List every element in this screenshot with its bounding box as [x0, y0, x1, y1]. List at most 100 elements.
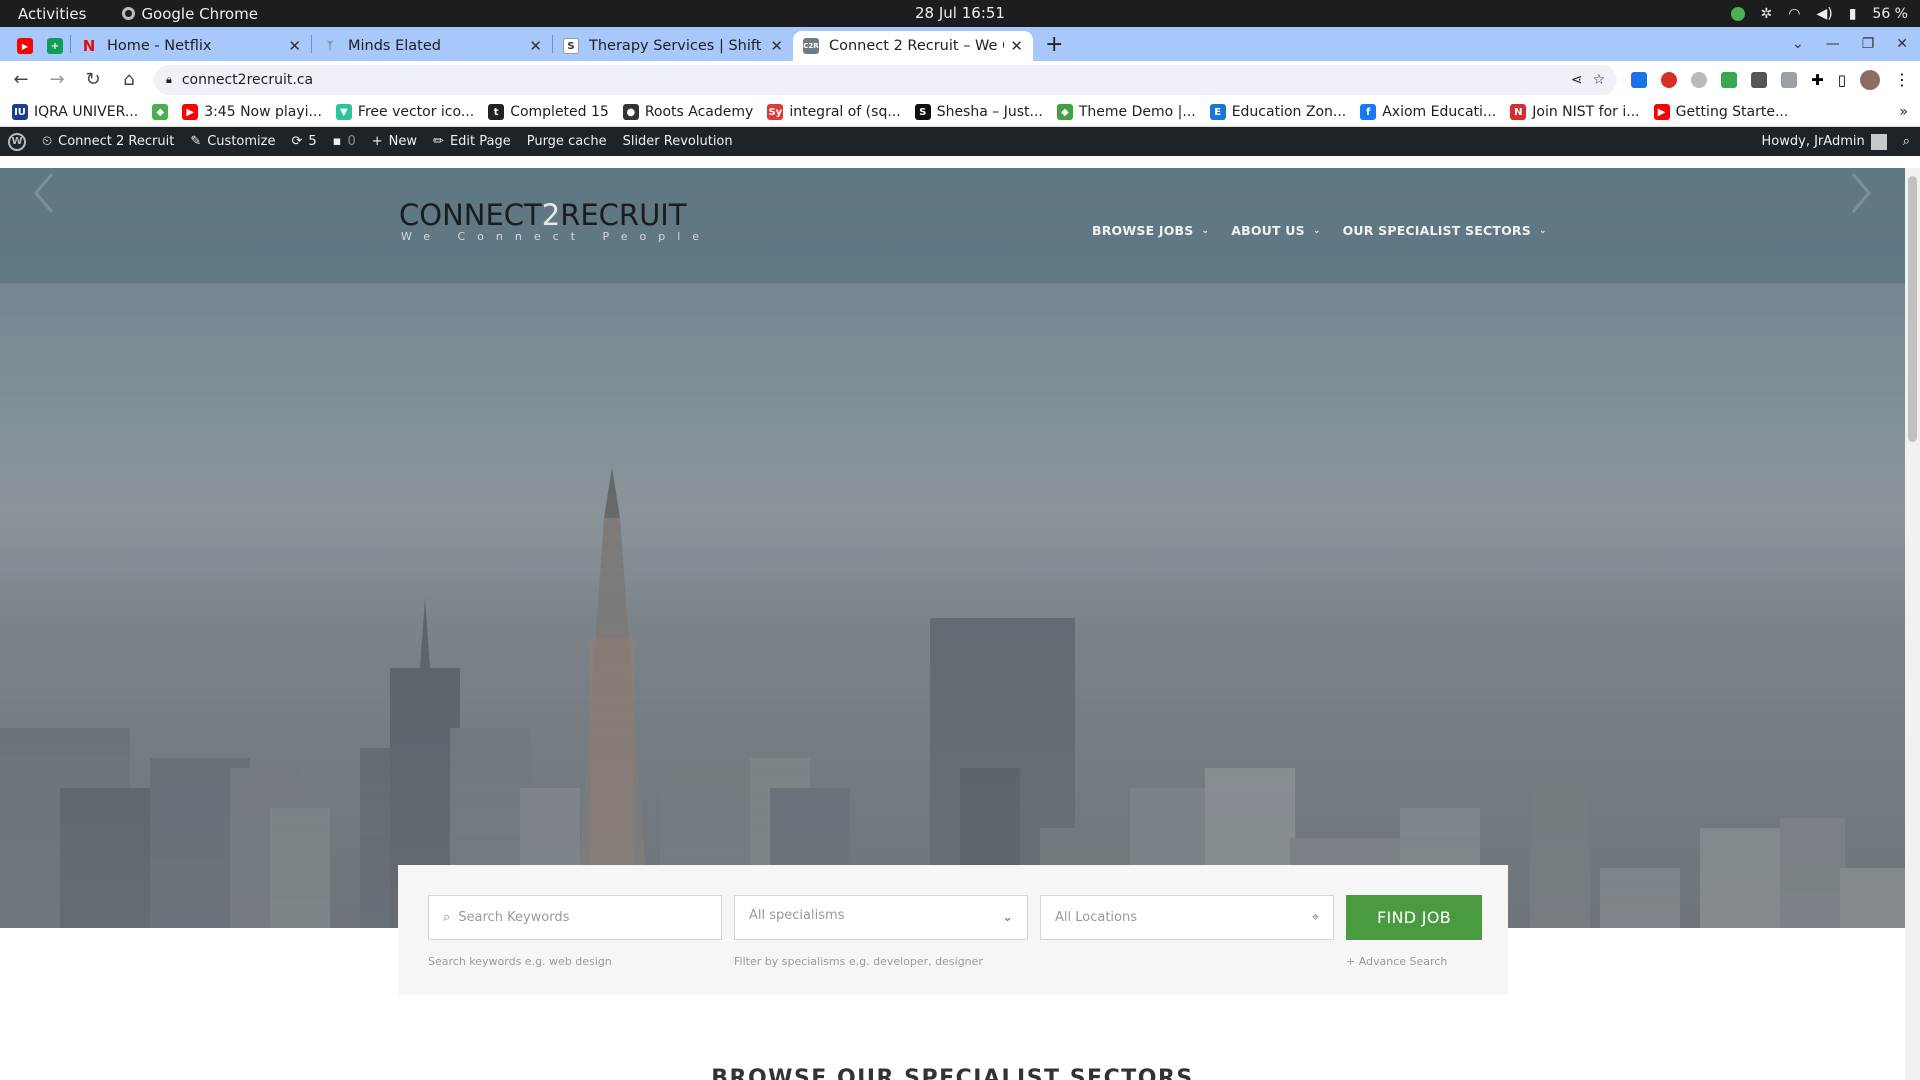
slack-icon: ✲ [1760, 5, 1773, 22]
connect2recruit-icon: C2R [803, 38, 819, 54]
back-button[interactable]: ← [10, 69, 32, 90]
find-job-button[interactable]: FIND JOB [1346, 895, 1482, 940]
home-button[interactable]: ⌂ [118, 69, 140, 90]
close-tab-icon[interactable]: ✕ [529, 37, 542, 55]
bookmark-item[interactable]: ◆ Theme Demo |... [1056, 104, 1196, 120]
side-panel-icon[interactable]: ▯ [1838, 71, 1846, 89]
bookmark-item[interactable]: ● Roots Academy [622, 104, 753, 120]
wp-edit-page[interactable]: ✏ Edit Page [433, 134, 511, 149]
more-bookmarks-icon[interactable]: » [1899, 104, 1908, 120]
clock[interactable]: 28 Jul 16:51 [0, 0, 1920, 27]
forward-button[interactable]: → [46, 69, 68, 90]
chevron-down-icon: ⌄ [1538, 225, 1547, 236]
restore-icon[interactable]: ❐ [1862, 36, 1875, 52]
close-tab-icon[interactable]: ✕ [770, 37, 783, 55]
tab-title: Connect 2 Recruit – We Co [829, 38, 1005, 54]
tab-minds-elated[interactable]: ᛉ Minds Elated ✕ [312, 31, 552, 61]
wp-new[interactable]: + New [372, 134, 417, 149]
advance-search-link[interactable]: + Advance Search [1346, 955, 1447, 968]
bookmark-item[interactable]: ▶ Getting Starte... [1653, 104, 1788, 120]
share-icon[interactable]: ⋖ [1571, 72, 1583, 88]
browser-toolbar: ← → ↻ ⌂ 🔒︎ connect2recruit.ca ⋖ ☆ ✚ ▯ ⋮ [0, 61, 1920, 98]
bookmark-favicon-icon: ◆ [1056, 104, 1073, 120]
howdy-label: Howdy, JrAdmin [1761, 134, 1865, 149]
keywords-input[interactable]: ⌕ Search Keywords [428, 895, 722, 940]
close-window-icon[interactable]: ✕ [1896, 36, 1908, 52]
bookmark-item[interactable]: f Axiom Educati... [1360, 104, 1496, 120]
extension-icon[interactable] [1721, 71, 1738, 88]
extension-icon[interactable] [1691, 71, 1708, 88]
nav-label: BROWSE JOBS [1092, 223, 1194, 238]
address-bar[interactable]: 🔒︎ connect2recruit.ca ⋖ ☆ [154, 64, 1618, 95]
wp-account-menu[interactable]: Howdy, JrAdmin [1761, 133, 1887, 150]
extension-icon[interactable] [1751, 71, 1768, 88]
activities-button[interactable]: Activities [18, 5, 86, 23]
site-logo[interactable]: CONNECT2RECRUIT We Connect People [399, 198, 711, 243]
app-menu[interactable]: Google Chrome [122, 5, 258, 23]
tab-title: Minds Elated [348, 38, 441, 54]
bookmark-item[interactable]: ▶ 3:45 Now playi... [182, 104, 322, 120]
lock-icon[interactable]: 🔒︎ [166, 73, 172, 87]
bookmark-item[interactable]: ▼ Free vector ico... [335, 104, 474, 120]
bookmark-favicon-icon: IU [12, 104, 28, 120]
sheets-icon: + [47, 38, 63, 54]
tab-connect2recruit[interactable]: C2R Connect 2 Recruit – We Co ✕ [793, 31, 1033, 61]
page-scrollbar[interactable] [1905, 168, 1920, 1080]
bookmark-item[interactable]: IU IQRA UNIVER... [12, 104, 138, 120]
pinned-tab-sheets[interactable]: + [40, 31, 70, 61]
job-search-panel: ⌕ Search Keywords Search keywords e.g. w… [398, 865, 1508, 995]
tab-therapy-services[interactable]: S Therapy Services | Shift C ✕ [553, 31, 793, 61]
bookmark-item[interactable]: S Shesha – Just... [914, 104, 1043, 120]
wp-updates[interactable]: ⟳ 5 [291, 134, 316, 149]
extension-icon[interactable] [1631, 71, 1648, 88]
tab-title: Therapy Services | Shift C [589, 38, 765, 54]
pencil-icon: ✏ [433, 134, 444, 149]
bookmark-item[interactable]: N Join NIST for i... [1510, 104, 1640, 120]
tab-title: Home - Netflix [107, 38, 212, 54]
wifi-icon: ◠ [1788, 5, 1801, 22]
tab-search-icon[interactable]: ⌄ [1792, 36, 1804, 52]
nav-specialist-sectors[interactable]: OUR SPECIALIST SECTORS ⌄ [1343, 223, 1547, 238]
close-tab-icon[interactable]: ✕ [1010, 37, 1023, 55]
search-icon: ⌕ [443, 910, 451, 925]
bookmark-favicon-icon: f [1360, 104, 1377, 120]
reload-button[interactable]: ↻ [82, 69, 104, 90]
scrollbar-thumb[interactable] [1908, 176, 1917, 442]
location-input[interactable]: All Locations ⌖ [1040, 895, 1334, 940]
minimize-icon[interactable]: — [1826, 36, 1840, 52]
bookmark-favicon-icon: ◆ [152, 104, 169, 120]
bookmark-favicon-icon: N [1510, 104, 1527, 120]
system-top-bar: Activities Google Chrome 28 Jul 16:51 ✲ … [0, 0, 1920, 27]
new-tab-button[interactable]: + [1045, 32, 1063, 57]
wp-comments[interactable]: ▪ 0 [333, 134, 356, 149]
shift-icon: S [563, 38, 579, 54]
pinned-tab-youtube[interactable]: ▶ [10, 31, 40, 61]
chrome-menu-icon[interactable]: ⋮ [1894, 70, 1910, 89]
nav-about-us[interactable]: ABOUT US ⌄ [1231, 223, 1320, 238]
wp-purge-cache[interactable]: Purge cache [527, 134, 607, 149]
dashboard-icon: ⏲ [42, 134, 53, 149]
volume-icon: ◀) [1816, 5, 1833, 22]
wordpress-logo-icon[interactable]: W [8, 132, 26, 151]
search-icon[interactable]: ⌕ [1903, 134, 1910, 149]
bookmark-item[interactable]: E Education Zon... [1209, 104, 1346, 120]
bookmark-star-icon[interactable]: ☆ [1593, 72, 1606, 88]
profile-avatar[interactable] [1860, 69, 1880, 90]
extensions-puzzle-icon[interactable]: ✚ [1811, 71, 1824, 89]
specialism-select[interactable]: All specialisms ⌄ [734, 895, 1028, 940]
extension-icon[interactable] [1661, 71, 1678, 88]
wp-slider-revolution[interactable]: Slider Revolution [623, 134, 733, 149]
crosshair-icon[interactable]: ⌖ [1312, 910, 1319, 925]
close-tab-icon[interactable]: ✕ [288, 37, 301, 55]
wp-site-name[interactable]: ⏲ Connect 2 Recruit [42, 134, 174, 149]
tab-netflix[interactable]: N Home - Netflix ✕ [71, 31, 311, 61]
bookmark-item[interactable]: Sy integral of (sq... [767, 104, 901, 120]
wp-customize[interactable]: ✎ Customize [190, 134, 275, 149]
bookmark-item[interactable]: t Completed 15 [488, 104, 609, 120]
system-tray[interactable]: ✲ ◠ ◀) ▮ 56 % [1730, 0, 1908, 27]
battery-level: 56 % [1872, 5, 1908, 22]
url-text[interactable]: connect2recruit.ca [182, 72, 1561, 88]
extension-icon[interactable] [1781, 71, 1798, 88]
bookmark-item[interactable]: ◆ [152, 104, 169, 120]
nav-browse-jobs[interactable]: BROWSE JOBS ⌄ [1092, 223, 1209, 238]
